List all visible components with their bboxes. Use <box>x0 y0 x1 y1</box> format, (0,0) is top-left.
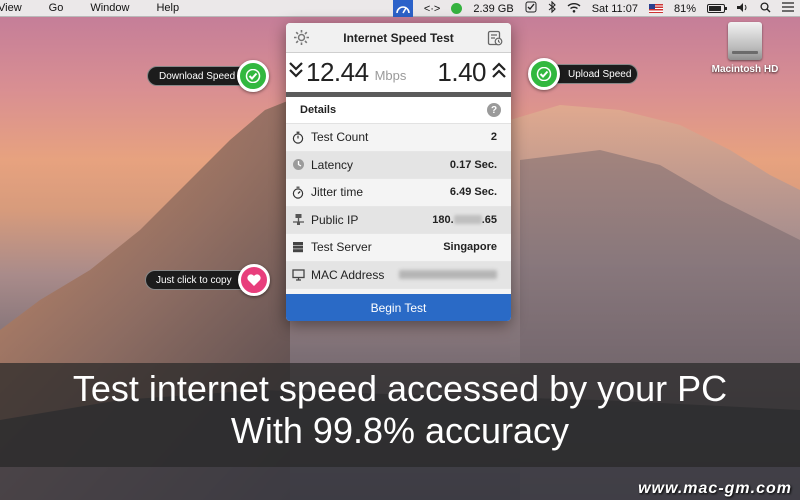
details-row-public-ip[interactable]: Public IP 180. .65 <box>286 206 511 234</box>
latency-label: Latency <box>311 157 354 172</box>
battery-icon[interactable] <box>707 4 727 13</box>
download-check-icon <box>237 60 269 92</box>
battery-percent[interactable]: 81% <box>674 3 696 15</box>
macintosh-hd-icon[interactable]: Macintosh HD <box>700 22 790 75</box>
copy-callout-label: Just click to copy <box>156 274 232 286</box>
public-ip-value: 180. .65 <box>432 214 497 226</box>
caption-line-2: With 99.8% accuracy <box>230 410 570 451</box>
stopwatch-icon <box>291 130 305 144</box>
clock-readout[interactable]: Sat 11:07 <box>592 3 638 15</box>
speedtest-tray-icon[interactable] <box>392 0 413 17</box>
test-count-value: 2 <box>490 131 497 144</box>
latency-icon <box>291 158 305 172</box>
gear-icon[interactable] <box>293 29 310 46</box>
disk-label: Macintosh HD <box>711 64 779 75</box>
history-icon[interactable] <box>487 30 503 46</box>
upload-callout-label: Upload Speed <box>568 68 632 80</box>
download-speed-callout: Download Speed <box>147 66 251 86</box>
test-server-label: Test Server <box>311 240 372 255</box>
monitor-icon <box>291 268 305 282</box>
public-ip-prefix: 180. <box>432 213 454 226</box>
bluetooth-icon[interactable] <box>548 0 556 16</box>
mac-address-label: MAC Address <box>311 267 385 282</box>
volume-icon[interactable] <box>736 2 749 16</box>
public-ip-suffix: .65 <box>481 213 497 226</box>
menu-view[interactable]: View <box>0 2 31 14</box>
memory-status-icon[interactable] <box>451 3 463 14</box>
checkmark-icon[interactable] <box>525 1 537 16</box>
download-chevron-icon <box>286 61 306 85</box>
hard-drive-icon <box>728 22 762 60</box>
upload-speed-value: 1.40 <box>437 57 486 87</box>
details-row-test-server[interactable]: Test Server Singapore <box>286 234 511 262</box>
download-speed-value: 12.44 <box>306 57 369 87</box>
test-server-value: Singapore <box>443 241 497 254</box>
details-row-mac-address[interactable]: MAC Address <box>286 261 511 289</box>
mac-address-redacted <box>399 270 497 280</box>
test-count-label: Test Count <box>311 130 369 145</box>
menu-help[interactable]: Help <box>156 2 188 14</box>
speed-readout: 12.44 Mbps 1.40 <box>286 53 511 97</box>
timer-icon <box>291 185 305 199</box>
promo-caption: Test internet speed accessed by your PC … <box>0 363 800 467</box>
public-ip-redacted <box>453 215 482 225</box>
network-activity-icon[interactable]: <·> <box>424 3 441 15</box>
public-ip-label: Public IP <box>311 212 359 227</box>
popover-title: Internet Speed Test <box>343 30 454 45</box>
upload-check-icon <box>528 58 560 90</box>
menu-window[interactable]: Window <box>90 2 138 14</box>
notification-center-icon[interactable] <box>782 2 794 15</box>
jitter-value: 6.49 Sec. <box>449 186 497 199</box>
speed-test-popover: Internet Speed Test 12.44 Mbps 1.40 Deta… <box>286 23 511 321</box>
jitter-label: Jitter time <box>311 185 364 200</box>
site-watermark: www.mac-gm.com <box>638 480 792 497</box>
download-callout-label: Download Speed <box>159 70 236 82</box>
network-icon <box>291 213 305 227</box>
details-row-jitter[interactable]: Jitter time 6.49 Sec. <box>286 179 511 207</box>
menu-go[interactable]: Go <box>49 2 73 14</box>
menubar: View Go Window Help <·> 2.39 GB Sat 11:0… <box>0 0 800 17</box>
details-row-test-count[interactable]: Test Count 2 <box>286 124 511 152</box>
details-label: Details <box>300 104 337 116</box>
begin-test-button[interactable]: Begin Test <box>286 294 511 321</box>
menubar-menus: View Go Window Help <box>0 2 206 14</box>
memory-readout[interactable]: 2.39 GB <box>473 3 513 15</box>
spotlight-search-icon[interactable] <box>760 1 771 16</box>
server-icon <box>291 240 305 254</box>
details-row-latency[interactable]: Latency 0.17 Sec. <box>286 151 511 179</box>
us-flag-icon[interactable] <box>648 4 663 13</box>
help-icon[interactable]: ? <box>487 103 501 117</box>
popover-header: Internet Speed Test <box>286 23 511 53</box>
latency-value: 0.17 Sec. <box>449 158 497 171</box>
heart-hand-icon <box>238 264 270 296</box>
caption-line-1: Test internet speed accessed by your PC <box>72 368 728 409</box>
details-header: Details ? <box>286 97 511 124</box>
upload-chevron-icon <box>489 61 509 85</box>
menubar-tray: <·> 2.39 GB Sat 11:07 81% <box>392 0 794 17</box>
download-speed-unit: Mbps <box>374 68 407 83</box>
wifi-icon[interactable] <box>567 2 581 16</box>
